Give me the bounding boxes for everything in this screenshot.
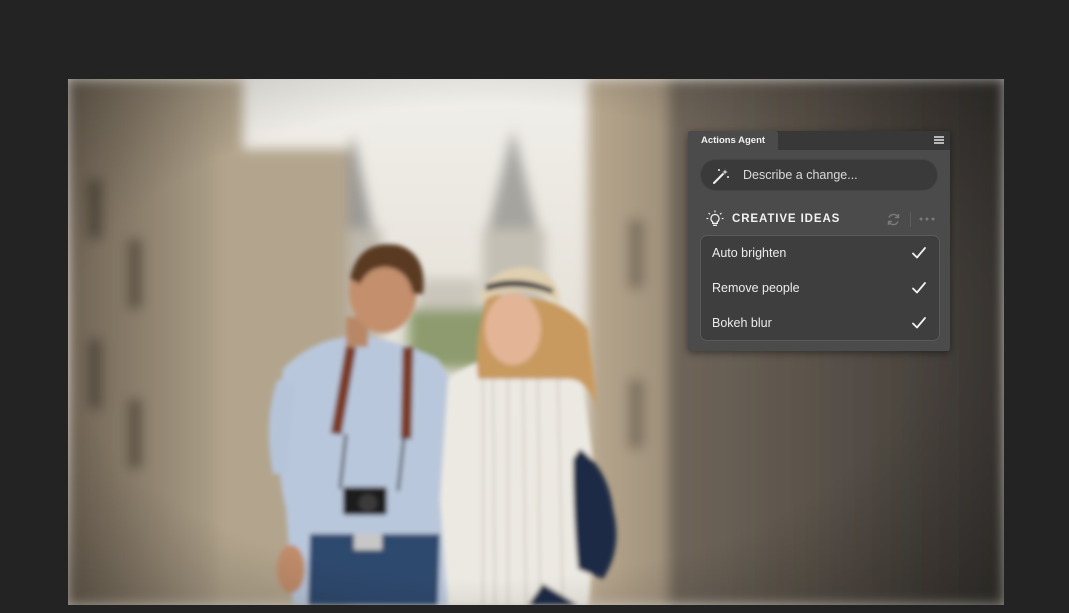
checkmark-icon[interactable] [911, 245, 927, 261]
hamburger-menu-icon[interactable] [934, 136, 944, 144]
creative-ideas-title: CREATIVE IDEAS [732, 213, 841, 225]
idea-item-remove-people[interactable]: Remove people [701, 271, 939, 306]
panel-tab-bar: Actions Agent [688, 131, 950, 150]
actions-agent-panel: Actions Agent CREATIVE IDEAS [688, 131, 950, 351]
idea-item-auto-brighten[interactable]: Auto brighten [701, 236, 939, 271]
more-options-icon[interactable] [918, 215, 936, 223]
header-divider [910, 212, 911, 227]
creative-ideas-header: CREATIVE IDEAS [706, 210, 938, 230]
idea-item-bokeh-blur[interactable]: Bokeh blur [701, 306, 939, 341]
idea-label: Bokeh blur [712, 316, 772, 330]
describe-change-input[interactable] [743, 160, 928, 190]
refresh-icon[interactable] [886, 212, 901, 227]
checkmark-icon[interactable] [911, 315, 927, 331]
idea-label: Auto brighten [712, 246, 787, 260]
creative-ideas-list: Auto brighten Remove people Bokeh blur [700, 235, 940, 341]
describe-change-field[interactable] [700, 159, 938, 191]
panel-tab-actions-agent[interactable]: Actions Agent [688, 131, 779, 150]
checkmark-icon[interactable] [911, 280, 927, 296]
lightbulb-icon [706, 210, 724, 226]
magic-wand-icon [713, 169, 729, 184]
idea-label: Remove people [712, 281, 800, 295]
